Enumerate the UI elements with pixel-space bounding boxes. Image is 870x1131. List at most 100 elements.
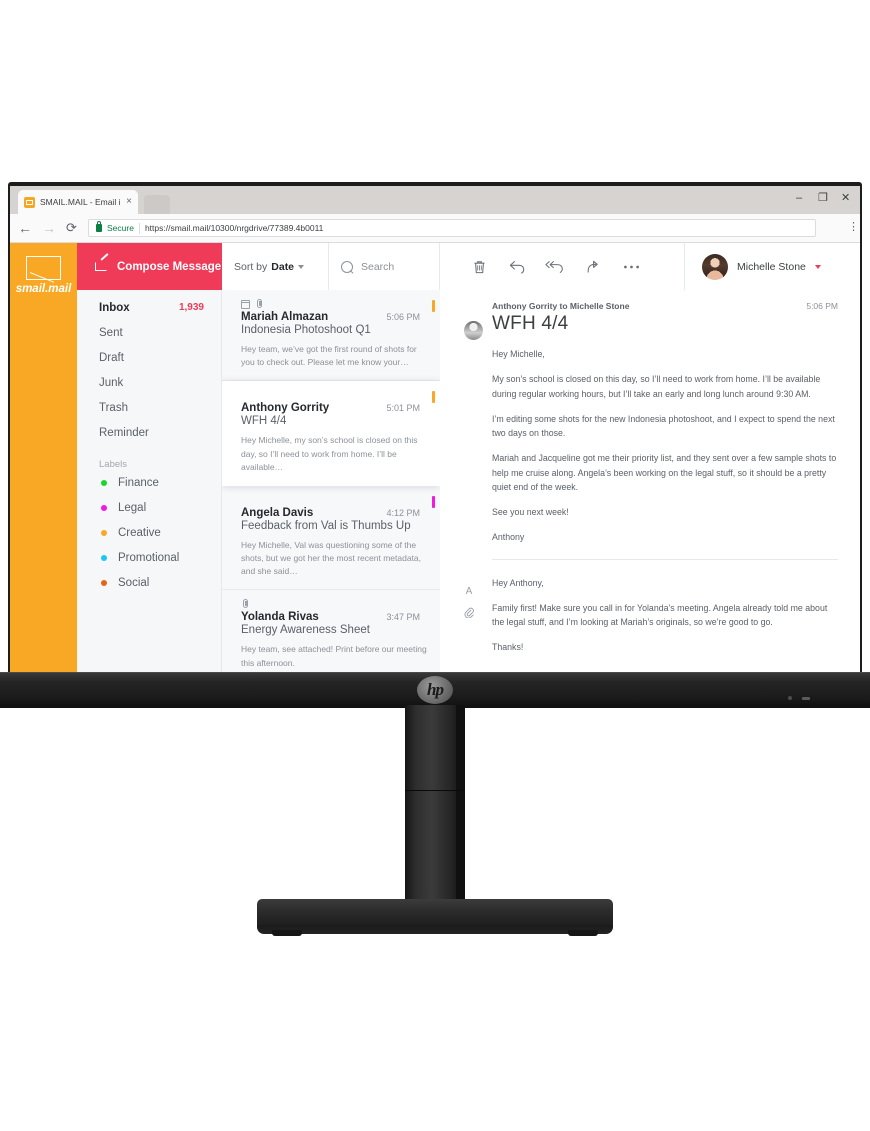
label-item-promotional[interactable]: Promotional: [77, 545, 222, 570]
browser-menu-icon[interactable]: ⋮: [848, 222, 859, 233]
folder-list: Inbox 1,939 Sent Draft Junk Trash Reminder Labe…: [77, 295, 222, 595]
compose-pencil-icon: [95, 260, 110, 273]
sidebar-item-label: Reminder: [99, 426, 149, 439]
message-action-bar: Michelle Stone: [440, 243, 860, 290]
attachment-icon: [241, 599, 250, 609]
message-subject: WFH 4/4: [492, 313, 569, 334]
sidebar-item-label: Junk: [99, 376, 124, 389]
mail-sender: Mariah Almazan: [241, 311, 329, 323]
search-input[interactable]: Search: [329, 243, 440, 290]
mail-sender: Angela Davis: [241, 506, 314, 519]
user-menu[interactable]: Michelle Stone: [684, 243, 860, 290]
hp-logo: hp: [417, 676, 453, 704]
label-name: Social: [118, 576, 150, 589]
label-item-finance[interactable]: Finance: [77, 470, 222, 495]
chevron-down-icon: [814, 264, 821, 269]
mail-time: 3:47 PM: [386, 612, 420, 623]
unread-count: 1,939: [178, 302, 204, 313]
address-bar[interactable]: Secure https://smail.mail/10300/nrgdrive…: [88, 219, 816, 237]
message-header: Anthony Gorrity to Michelle Stone 5:06 P…: [440, 290, 860, 311]
more-options-button[interactable]: [612, 253, 650, 281]
sidebar-item-junk[interactable]: Junk: [77, 370, 222, 395]
sidebar-item-sent[interactable]: Sent: [77, 320, 222, 345]
mail-time: 5:06 PM: [386, 312, 420, 322]
mail-subject: WFH 4/4: [241, 415, 287, 428]
format-text-icon[interactable]: A: [466, 586, 473, 597]
power-led-icon: [788, 696, 792, 700]
window-maximize-button[interactable]: ❐: [818, 193, 828, 204]
reply-text: Hey Anthony, Family first! Make sure you …: [492, 576, 838, 655]
compose-label: Compose Message: [117, 260, 222, 273]
sort-by-value: Date: [271, 260, 295, 273]
sidebar-item-label: Inbox: [99, 301, 130, 314]
secure-label: Secure: [107, 223, 134, 233]
label-item-legal[interactable]: Legal: [77, 495, 222, 520]
forward-button[interactable]: [574, 253, 612, 281]
mail-item-header: Yolanda Rivas 3:47 PM: [241, 611, 427, 623]
mail-item-header: Mariah Almazan 5:06 PM: [241, 311, 427, 323]
sidebar-item-inbox[interactable]: Inbox 1,939: [77, 295, 222, 320]
list-toolbar: Sort by Date Search: [222, 243, 440, 290]
mail-list-item[interactable]: Anthony Gorrity 5:01 PM WFH 4/4 Hey Michell…: [222, 381, 440, 486]
reply-draft[interactable]: A Hey Anthony, Family first! Make sure yo…: [440, 560, 860, 655]
search-placeholder: Search: [361, 260, 395, 273]
power-button[interactable]: [802, 697, 810, 700]
chevron-down-icon: [298, 264, 305, 269]
label-item-creative[interactable]: Creative: [77, 520, 222, 545]
mail-item-icons: [241, 298, 427, 310]
reply-all-button[interactable]: [536, 253, 574, 281]
mail-item-icons: [241, 598, 427, 610]
attachment-icon[interactable]: [464, 607, 474, 621]
compose-message-button[interactable]: Compose Message: [77, 243, 222, 290]
mail-list-item[interactable]: Angela Davis 4:12 PM Feedback from Val is …: [222, 485, 440, 591]
mail-subject: Indonesia Photoshoot Q1: [241, 324, 371, 336]
mail-list[interactable]: Mariah Almazan 5:06 PM Indonesia Photoshoo…: [222, 290, 440, 672]
labels-heading: Labels: [99, 459, 127, 470]
new-tab-button[interactable]: [144, 195, 170, 214]
sidebar-item-trash[interactable]: Trash: [77, 395, 222, 420]
label-name: Promotional: [118, 551, 180, 564]
mail-flag-indicator: [432, 300, 435, 312]
window-close-button[interactable]: ✕: [841, 193, 850, 204]
paragraph: I’m editing some shots for the new Indon…: [492, 413, 835, 438]
paragraph: Anthony: [492, 532, 525, 543]
sort-by-dropdown[interactable]: Sort by Date: [222, 243, 329, 290]
mail-preview: Hey team, we’ve got the first round of s…: [241, 344, 417, 368]
message-body: Hey Michelle, My son’s school is closed o…: [440, 335, 860, 545]
paragraph: Hey Anthony,: [492, 577, 544, 588]
back-icon[interactable]: ←: [18, 221, 32, 235]
delete-button[interactable]: [460, 253, 498, 281]
mail-preview: Hey Michelle, my son’s school is closed …: [241, 435, 418, 472]
label-name: Finance: [118, 476, 159, 489]
monitor-screen: SMAIL.MAIL - Email inbo × – ❐ ✕ ← → ⟳ Se…: [10, 186, 860, 672]
reload-icon[interactable]: ⟳: [66, 221, 77, 235]
mail-list-item[interactable]: Mariah Almazan 5:06 PM Indonesia Photoshoo…: [222, 290, 440, 382]
label-color-dot-icon: [101, 554, 107, 561]
user-name: Michelle Stone: [737, 260, 806, 273]
mail-list-item[interactable]: Yolanda Rivas 3:47 PM Energy Awareness She…: [222, 590, 440, 672]
reply-button[interactable]: [498, 253, 536, 281]
monitor-foot: [568, 930, 598, 936]
forward-icon[interactable]: →: [42, 221, 56, 235]
label-item-social[interactable]: Social: [77, 570, 222, 595]
avatar: [702, 253, 728, 280]
sidebar-item-reminder[interactable]: Reminder: [77, 420, 222, 445]
sidebar: Inbox 1,939 Sent Draft Junk Trash Reminder Labe…: [77, 243, 222, 672]
mail-sender: Anthony Gorrity: [241, 402, 330, 415]
sidebar-item-draft[interactable]: Draft: [77, 345, 222, 370]
close-tab-icon[interactable]: ×: [126, 197, 132, 207]
action-buttons: [440, 253, 684, 281]
url-text: https://smail.mail/10300/nrgdrive/77389.…: [144, 223, 324, 233]
mail-time: 4:12 PM: [386, 507, 420, 518]
mail-preview: Hey Michelle, Val was questioning some o…: [241, 539, 422, 577]
window-minimize-button[interactable]: –: [796, 193, 802, 204]
favicon-icon: [24, 196, 35, 208]
envelope-logo-icon: [26, 256, 61, 280]
label-color-dot-icon: [101, 504, 107, 511]
browser-toolbar: ← → ⟳ Secure https://smail.mail/10300/nr…: [10, 214, 860, 243]
page-root: SMAIL.MAIL - Email inbo × – ❐ ✕ ← → ⟳ Se…: [0, 0, 870, 1131]
mail-subject: Energy Awareness Sheet: [241, 624, 370, 637]
browser-tab[interactable]: SMAIL.MAIL - Email inbo ×: [18, 190, 138, 214]
monitor-foot: [272, 930, 302, 936]
mail-sender: Yolanda Rivas: [241, 611, 319, 624]
